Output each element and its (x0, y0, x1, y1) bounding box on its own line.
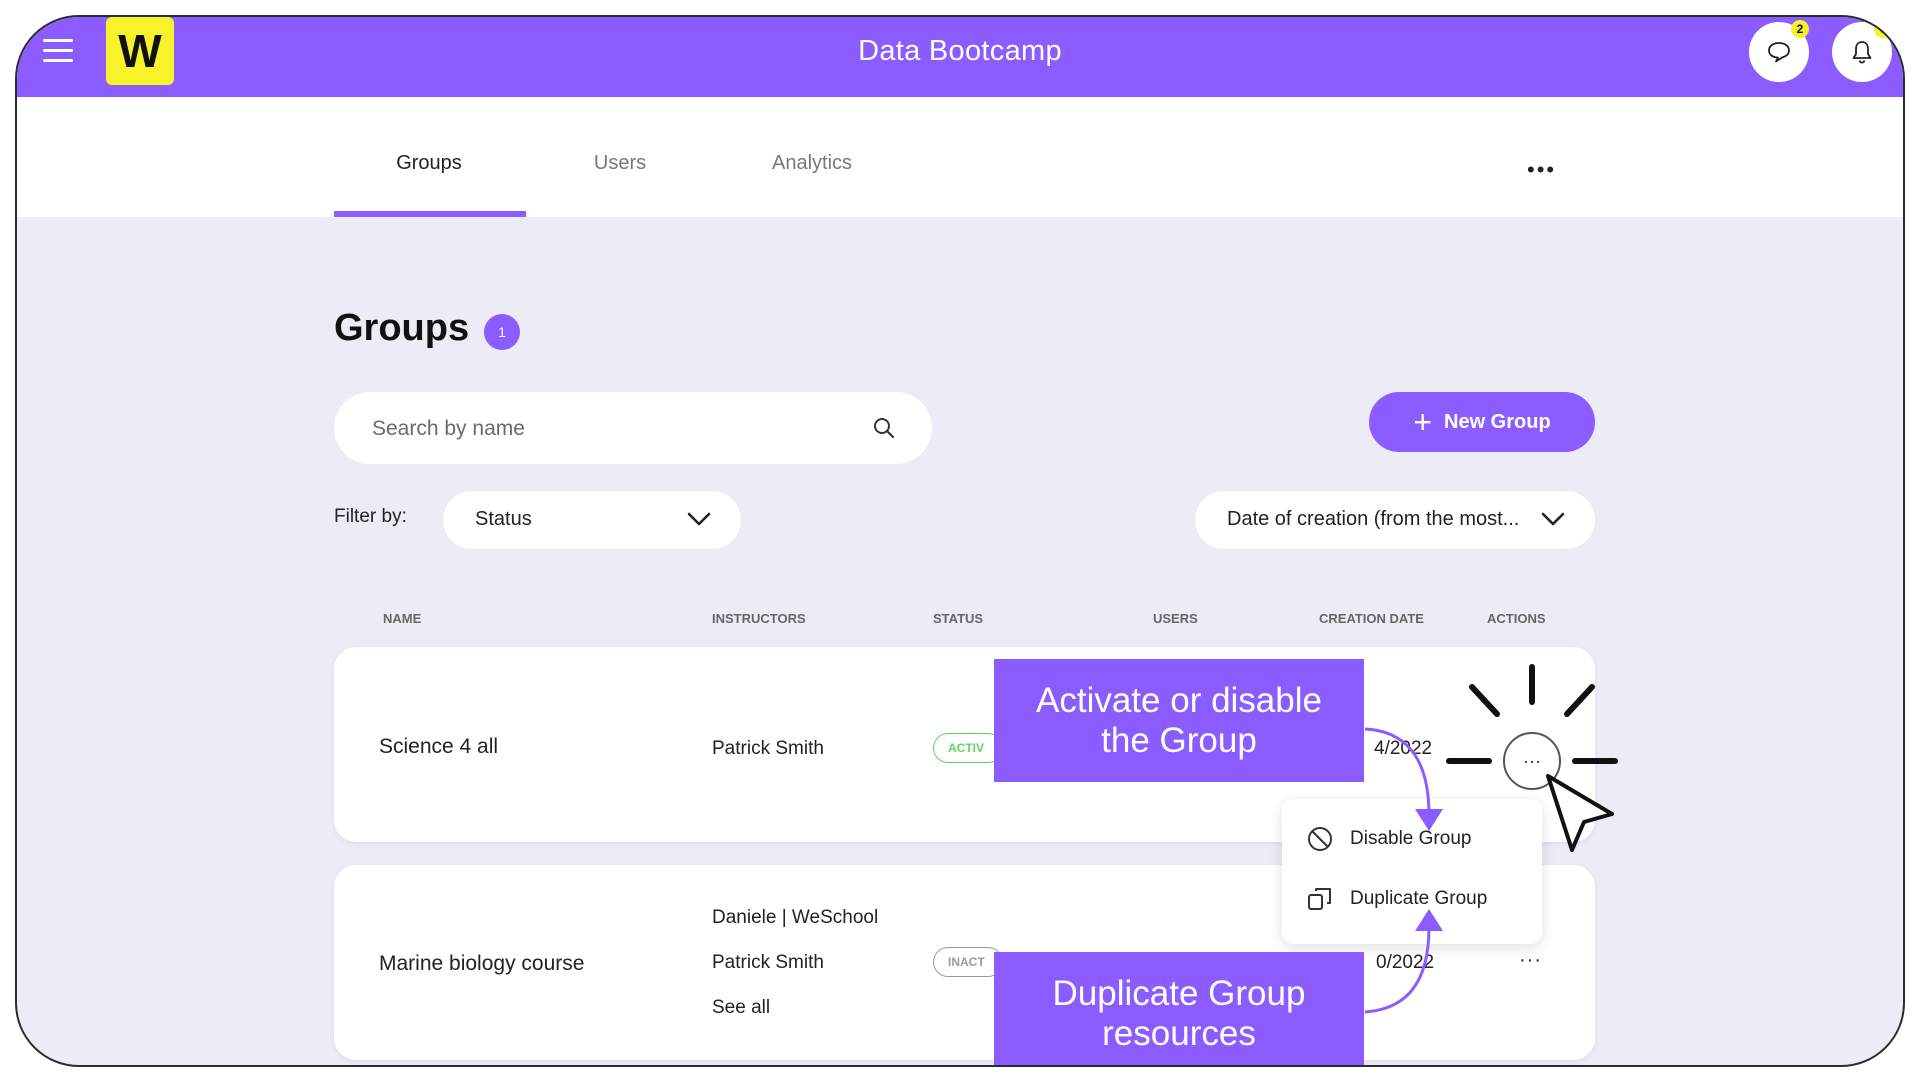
chat-bubble-icon (1768, 42, 1790, 63)
chat-count-badge: 2 (1791, 20, 1809, 38)
instructor-name: Patrick Smith (712, 738, 824, 759)
callout-line: the Group (1101, 720, 1257, 760)
chevron-down-icon (1541, 512, 1565, 526)
more-options-icon[interactable]: ••• (1527, 157, 1556, 183)
callout-activate: Activate or disable the Group (994, 659, 1364, 782)
status-badge: INACT (933, 947, 1003, 977)
search-box (334, 392, 932, 466)
column-header-status: STATUS (933, 611, 984, 626)
column-header-actions: ACTIONS (1487, 611, 1546, 626)
instructor-name: Daniele | WeSchool (712, 907, 879, 928)
tab-analytics[interactable]: Analytics (717, 152, 907, 175)
tab-groups[interactable]: Groups (334, 152, 524, 175)
app-window: W Data Bootcamp 2 6 Groups Users Analyti… (15, 15, 1905, 1067)
sort-value: Date of creation (from the most... (1227, 508, 1520, 530)
column-header-creation-date: CREATION DATE (1319, 611, 1424, 626)
row-actions-button[interactable]: ··· (1519, 949, 1542, 972)
instructor-name: Patrick Smith (712, 952, 824, 973)
column-header-users: USERS (1153, 611, 1198, 626)
callout-duplicate: Duplicate Group resources (994, 952, 1364, 1065)
callout-line: Activate or disable (1036, 680, 1322, 720)
see-all-link[interactable]: See all (712, 997, 770, 1019)
callout-line: resources (1102, 1013, 1256, 1053)
new-group-button[interactable]: + New Group (1369, 392, 1595, 452)
ban-icon (1308, 827, 1332, 851)
search-icon[interactable] (872, 416, 896, 440)
tab-users[interactable]: Users (525, 152, 715, 175)
top-bar: W Data Bootcamp 2 6 (17, 17, 1903, 97)
bell-icon (1852, 41, 1872, 64)
groups-count-badge: 1 (484, 314, 520, 350)
group-name[interactable]: Science 4 all (379, 735, 498, 759)
callout-line: Duplicate Group (1052, 973, 1306, 1013)
new-group-label: New Group (1444, 410, 1551, 433)
chevron-down-icon (687, 512, 711, 526)
notifications-button[interactable]: 6 (1832, 20, 1892, 82)
cursor-icon (1546, 774, 1614, 852)
chat-button[interactable]: 2 (1749, 20, 1809, 82)
sort-select[interactable]: Date of creation (from the most... (1195, 491, 1595, 549)
notifications-count-badge: 6 (1874, 20, 1892, 38)
plus-icon: + (1413, 404, 1432, 440)
column-header-name: NAME (383, 611, 422, 626)
search-input[interactable] (370, 392, 854, 466)
app-title: Data Bootcamp (858, 35, 1062, 67)
connector-arrow-icon (1364, 727, 1443, 1014)
tab-bar: Groups Users Analytics ••• (17, 97, 1903, 217)
status-filter-value: Status (475, 508, 532, 530)
duplicate-icon (1308, 888, 1331, 910)
column-header-instructors: INSTRUCTORS (712, 611, 806, 626)
filter-label: Filter by: (334, 506, 407, 527)
status-badge: ACTIV (933, 733, 1003, 763)
status-filter-select[interactable]: Status (443, 491, 741, 549)
active-tab-indicator (334, 211, 526, 217)
group-name[interactable]: Marine biology course (379, 952, 584, 976)
page-title: Groups (334, 307, 470, 349)
row-actions-label: ··· (1523, 750, 1541, 771)
